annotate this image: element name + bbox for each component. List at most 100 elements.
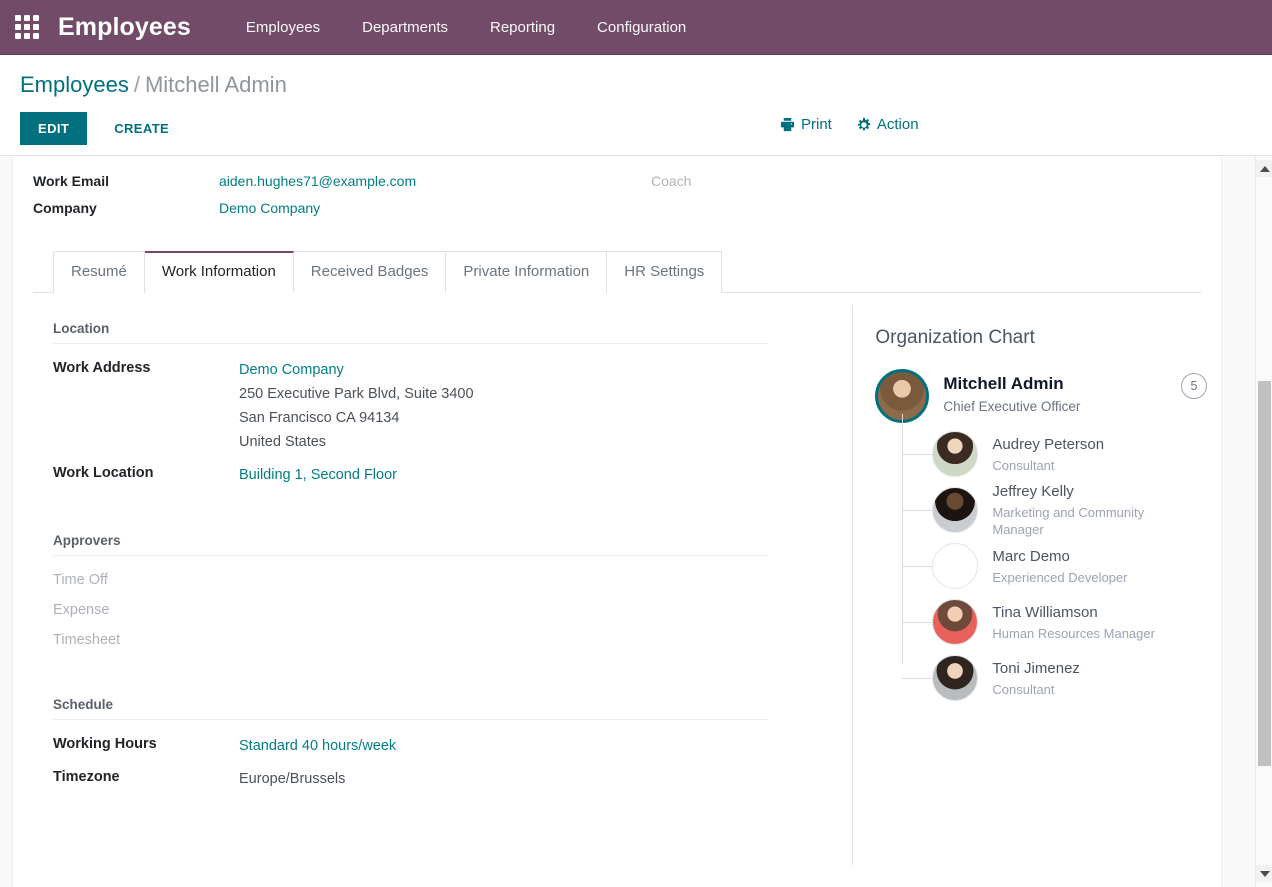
- org-child-name[interactable]: Jeffrey Kelly: [992, 482, 1177, 502]
- menu-item-reporting[interactable]: Reporting: [469, 11, 576, 44]
- group-schedule: Schedule Working Hours Standard 40 hours…: [53, 697, 852, 791]
- form-sheet-inner: Work Email aiden.hughes71@example.com Co…: [13, 156, 1221, 865]
- list-item[interactable]: Tina Williamson Human Resources Manager: [932, 594, 1201, 650]
- notebook-tabs: Resumé Work Information Received Badges …: [33, 251, 1201, 293]
- header-fields-left: Work Email aiden.hughes71@example.com Co…: [33, 173, 633, 227]
- status-badge[interactable]: 5: [1181, 373, 1207, 399]
- control-panel-right-actions: Print Action: [780, 116, 919, 133]
- org-child-name[interactable]: Toni Jimenez: [992, 659, 1080, 679]
- tab-hr-settings[interactable]: HR Settings: [607, 251, 722, 293]
- approvers-group-title: Approvers: [53, 533, 768, 556]
- tab-private-information[interactable]: Private Information: [446, 251, 607, 293]
- create-button[interactable]: CREATE: [97, 112, 186, 145]
- company-value[interactable]: Demo Company: [219, 200, 320, 216]
- org-chart-root-node[interactable]: Mitchell Admin Chief Executive Officer 5: [875, 369, 1201, 423]
- list-item[interactable]: Marc Demo Experienced Developer: [932, 538, 1201, 594]
- work-email-value[interactable]: aiden.hughes71@example.com: [219, 173, 416, 189]
- work-location-value[interactable]: Building 1, Second Floor: [239, 463, 397, 487]
- org-child-text: Marc Demo Experienced Developer: [992, 547, 1131, 586]
- schedule-group-title: Schedule: [53, 697, 768, 720]
- field-work-email: Work Email aiden.hughes71@example.com: [33, 173, 633, 189]
- group-location: Location Work Address Demo Company 250 E…: [53, 321, 852, 487]
- edit-button[interactable]: EDIT: [20, 112, 87, 145]
- org-child-name[interactable]: Audrey Peterson: [992, 435, 1104, 455]
- work-information-page: Location Work Address Demo Company 250 E…: [33, 293, 1201, 865]
- scroll-up-arrow-icon[interactable]: [1256, 160, 1272, 177]
- work-address-company[interactable]: Demo Company: [239, 358, 474, 382]
- work-address-line3: United States: [239, 430, 474, 454]
- scrollbar-thumb[interactable]: [1258, 381, 1271, 766]
- list-item[interactable]: Toni Jimenez Consultant: [932, 650, 1201, 706]
- org-child-role: Human Resources Manager: [992, 625, 1155, 642]
- organization-chart-panel: Organization Chart Mitchell Admin Chief …: [852, 305, 1201, 865]
- avatar[interactable]: [932, 599, 978, 645]
- field-time-off-approver: Time Off: [53, 570, 852, 591]
- timezone-value-wrap: Europe/Brussels: [239, 767, 345, 791]
- tab-resume[interactable]: Resumé: [53, 251, 145, 293]
- action-menu[interactable]: Action: [856, 116, 919, 133]
- scroll-down-arrow-icon[interactable]: [1256, 865, 1272, 882]
- avatar[interactable]: [932, 431, 978, 477]
- coach-label: Coach: [651, 173, 837, 189]
- org-child-text: Jeffrey Kelly Marketing and Community Ma…: [992, 482, 1181, 538]
- list-item[interactable]: Audrey Peterson Consultant: [932, 426, 1201, 482]
- work-information-form: Location Work Address Demo Company 250 E…: [33, 293, 852, 865]
- org-child-text: Toni Jimenez Consultant: [992, 659, 1084, 698]
- menu-item-employees[interactable]: Employees: [225, 11, 341, 44]
- expense-label: Expense: [53, 600, 239, 621]
- gear-icon: [856, 117, 871, 132]
- record-action-buttons: EDIT CREATE Print Action: [0, 99, 1272, 145]
- org-child-role: Marketing and Community Manager: [992, 504, 1177, 538]
- working-hours-value[interactable]: Standard 40 hours/week: [239, 734, 396, 758]
- print-menu[interactable]: Print: [780, 116, 832, 133]
- tab-work-information[interactable]: Work Information: [145, 251, 294, 293]
- company-label: Company: [33, 200, 219, 216]
- field-timesheet-approver: Timesheet: [53, 630, 852, 651]
- org-child-text: Audrey Peterson Consultant: [992, 435, 1108, 474]
- printer-icon: [780, 117, 795, 132]
- vertical-scrollbar[interactable]: [1255, 156, 1272, 887]
- action-label: Action: [877, 116, 919, 133]
- avatar[interactable]: [932, 655, 978, 701]
- working-hours-label: Working Hours: [53, 734, 239, 755]
- apps-grid-icon[interactable]: [14, 14, 40, 40]
- field-working-hours: Working Hours Standard 40 hours/week: [53, 734, 852, 758]
- breadcrumb-separator: /: [134, 72, 140, 97]
- time-off-label: Time Off: [53, 570, 239, 591]
- org-root-text: Mitchell Admin Chief Executive Officer: [943, 369, 1080, 416]
- list-item[interactable]: Jeffrey Kelly Marketing and Community Ma…: [932, 482, 1201, 538]
- org-child-role: Consultant: [992, 457, 1104, 474]
- breadcrumb: Employees/Mitchell Admin: [0, 71, 1272, 99]
- main-menu: Employees Departments Reporting Configur…: [225, 11, 707, 44]
- org-child-name[interactable]: Tina Williamson: [992, 603, 1155, 623]
- control-panel: Employees/Mitchell Admin EDIT CREATE Pri…: [0, 55, 1272, 156]
- menu-item-configuration[interactable]: Configuration: [576, 11, 707, 44]
- group-approvers: Approvers Time Off Expense Timesheet: [53, 533, 852, 651]
- header-fields-right: Coach: [633, 173, 1173, 227]
- org-child-name[interactable]: Marc Demo: [992, 547, 1127, 567]
- working-hours-value-wrap: Standard 40 hours/week: [239, 734, 396, 758]
- avatar[interactable]: [932, 487, 978, 533]
- print-label: Print: [801, 116, 832, 133]
- org-root-name[interactable]: Mitchell Admin: [943, 373, 1080, 395]
- menu-item-departments[interactable]: Departments: [341, 11, 469, 44]
- work-address-label: Work Address: [53, 358, 239, 379]
- field-work-address: Work Address Demo Company 250 Executive …: [53, 358, 852, 454]
- tab-received-badges[interactable]: Received Badges: [294, 251, 447, 293]
- work-location-label: Work Location: [53, 463, 239, 484]
- field-coach: Coach: [651, 173, 1173, 189]
- app-brand-title[interactable]: Employees: [58, 13, 191, 42]
- content-area: Work Email aiden.hughes71@example.com Co…: [0, 156, 1272, 887]
- timezone-value: Europe/Brussels: [239, 767, 345, 791]
- breadcrumb-link-employees[interactable]: Employees: [20, 72, 129, 97]
- field-work-location: Work Location Building 1, Second Floor: [53, 463, 852, 487]
- org-child-role: Experienced Developer: [992, 569, 1127, 586]
- top-navbar: Employees Employees Departments Reportin…: [0, 0, 1272, 55]
- avatar[interactable]: [932, 543, 978, 589]
- form-sheet: Work Email aiden.hughes71@example.com Co…: [12, 156, 1222, 887]
- timesheet-label: Timesheet: [53, 630, 239, 651]
- location-group-title: Location: [53, 321, 768, 344]
- work-address-line1: 250 Executive Park Blvd, Suite 3400: [239, 382, 474, 406]
- breadcrumb-current-record: Mitchell Admin: [145, 72, 287, 97]
- work-email-label: Work Email: [33, 173, 219, 189]
